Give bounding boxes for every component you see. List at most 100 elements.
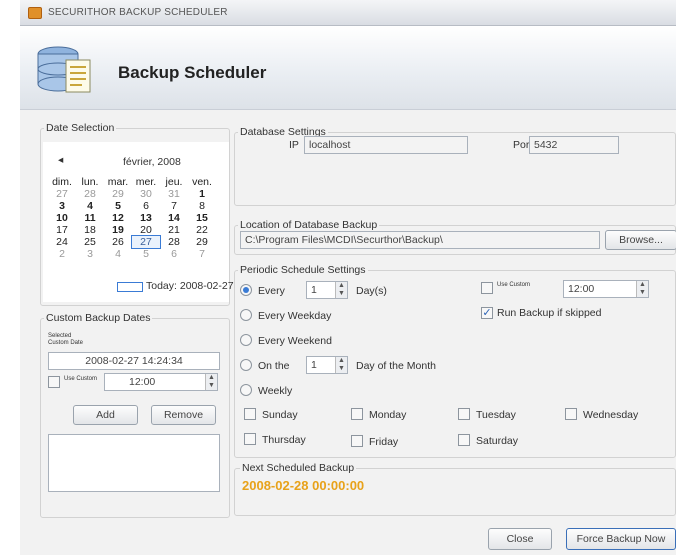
every-spinner-icon[interactable]: ▲ ▼	[335, 282, 347, 298]
ip-label: IP	[289, 139, 299, 151]
calendar-day[interactable]: 7	[160, 200, 188, 212]
on-the-radio[interactable]	[240, 359, 252, 371]
calendar-day[interactable]: 31	[160, 188, 188, 200]
periodic-time-spinner-icon[interactable]: ▲ ▼	[636, 281, 648, 297]
calendar-week: 17 18 19 20 21 22	[48, 224, 216, 236]
today-link[interactable]: Today: 2008-02-27	[146, 280, 234, 292]
calendar-day[interactable]: 1	[188, 188, 216, 200]
sunday-checkbox[interactable]	[244, 408, 256, 420]
calendar-day[interactable]: 28	[160, 236, 188, 248]
custom-time-field[interactable]: 12:00	[104, 373, 218, 391]
calendar-day[interactable]: 6	[132, 200, 160, 212]
ip-input[interactable]: localhost	[304, 136, 468, 154]
force-backup-button[interactable]: Force Backup Now	[566, 528, 676, 550]
wednesday-checkbox[interactable]	[565, 408, 577, 420]
add-button[interactable]: Add	[73, 405, 138, 425]
calendar-day[interactable]: 12	[104, 212, 132, 224]
use-custom-label: Use Custom	[64, 376, 98, 382]
run-backup-label: Run Backup if skipped	[497, 307, 602, 319]
calendar-week: 24 25 26 27 28 29	[48, 235, 216, 249]
calendar-day[interactable]: 13	[132, 212, 160, 224]
weekday: mar.	[107, 176, 129, 188]
every-weekend-label: Every Weekend	[258, 335, 332, 347]
calendar-day[interactable]: 15	[188, 212, 216, 224]
calendar-day[interactable]: 4	[76, 200, 104, 212]
custom-backup-label: Custom Backup Dates	[44, 312, 153, 324]
calendar-day[interactable]: 3	[76, 248, 104, 260]
use-custom-checkbox[interactable]	[48, 376, 60, 388]
calendar-day[interactable]: 19	[104, 224, 132, 236]
every-weekend-radio[interactable]	[240, 334, 252, 346]
saturday-checkbox[interactable]	[458, 434, 470, 446]
calendar-day[interactable]: 30	[132, 188, 160, 200]
calendar-day[interactable]: 7	[188, 248, 216, 260]
day-of-month-value: 1	[311, 359, 317, 371]
calendar-day[interactable]: 14	[160, 212, 188, 224]
calendar-day[interactable]: 28	[76, 188, 104, 200]
days-label: Day(s)	[356, 285, 387, 297]
calendar-month-title: février, 2008	[123, 156, 181, 168]
selected-custom-date-field[interactable]: 2008-02-27 14:24:34	[48, 352, 220, 370]
calendar-grid: dim. lun. mar. mer. jeu. ven. 27 28 29 3…	[48, 176, 216, 260]
calendar-day[interactable]: 17	[48, 224, 76, 236]
tuesday-checkbox[interactable]	[458, 408, 470, 420]
weekday: ven.	[192, 176, 212, 188]
calendar-day[interactable]: 11	[76, 212, 104, 224]
calendar-day[interactable]: 29	[104, 188, 132, 200]
custom-dates-list[interactable]	[48, 434, 220, 492]
header-banner: Backup Scheduler	[20, 26, 676, 110]
calendar-day[interactable]: 24	[48, 236, 76, 248]
calendar-day[interactable]: 5	[104, 200, 132, 212]
calendar-day[interactable]: 29	[188, 236, 216, 248]
monday-checkbox[interactable]	[351, 408, 363, 420]
weekday: jeu.	[165, 176, 183, 188]
calendar-day[interactable]: 3	[48, 200, 76, 212]
calendar-day-today[interactable]: 27	[131, 235, 161, 249]
weekly-radio[interactable]	[240, 384, 252, 396]
browse-button[interactable]: Browse...	[605, 230, 676, 250]
title-bar: SECURITHOR BACKUP SCHEDULER	[20, 0, 676, 26]
calendar-day[interactable]: 20	[132, 224, 160, 236]
next-backup-label: Next Scheduled Backup	[240, 462, 357, 474]
calendar-day[interactable]: 25	[76, 236, 104, 248]
calendar-day[interactable]: 2	[48, 248, 76, 260]
thursday-checkbox[interactable]	[244, 433, 256, 445]
periodic-schedule-label: Periodic Schedule Settings	[238, 264, 368, 276]
friday-label: Friday	[369, 436, 399, 448]
calendar-week: 27 28 29 30 31 1	[48, 188, 216, 200]
calendar-week: 2 3 4 5 6 7	[48, 248, 216, 260]
periodic-time-value: 12:00	[568, 283, 595, 295]
backup-path-input[interactable]: C:\Program Files\MCDI\Securthor\Backup\	[240, 231, 600, 249]
calendar-day[interactable]: 4	[104, 248, 132, 260]
every-days-value: 1	[311, 284, 317, 296]
calendar-day[interactable]: 8	[188, 200, 216, 212]
calendar-day[interactable]: 27	[48, 188, 76, 200]
day-of-month-spinner-icon[interactable]: ▲ ▼	[335, 357, 347, 373]
time-spinner-icon[interactable]: ▲ ▼	[205, 374, 217, 390]
every-weekday-label: Every Weekday	[258, 310, 332, 322]
day-of-month-label: Day of the Month	[356, 360, 436, 372]
app-icon	[28, 7, 42, 19]
calendar-day[interactable]: 22	[188, 224, 216, 236]
calendar-day[interactable]: 10	[48, 212, 76, 224]
calendar-day[interactable]: 5	[132, 248, 160, 260]
close-button[interactable]: Close	[488, 528, 552, 550]
thursday-label: Thursday	[262, 434, 306, 446]
use-custom-time-label: Use Custom	[497, 282, 531, 288]
run-backup-checkbox[interactable]: ✓	[481, 307, 493, 319]
saturday-label: Saturday	[476, 435, 519, 447]
friday-checkbox[interactable]	[351, 435, 363, 447]
every-weekday-radio[interactable]	[240, 309, 252, 321]
calendar-day[interactable]: 21	[160, 224, 188, 236]
calendar-day[interactable]: 26	[104, 236, 132, 248]
remove-button[interactable]: Remove	[151, 405, 216, 425]
calendar-day[interactable]: 6	[160, 248, 188, 260]
database-icon	[37, 46, 91, 93]
calendar-day[interactable]: 18	[76, 224, 104, 236]
every-radio[interactable]	[240, 284, 252, 296]
port-input[interactable]: 5432	[529, 136, 619, 154]
use-custom-time-checkbox[interactable]	[481, 282, 493, 294]
prev-month-icon[interactable]: ◂	[58, 154, 63, 166]
calendar-weekday-row: dim. lun. mar. mer. jeu. ven.	[48, 176, 216, 188]
today-marker	[117, 282, 143, 292]
